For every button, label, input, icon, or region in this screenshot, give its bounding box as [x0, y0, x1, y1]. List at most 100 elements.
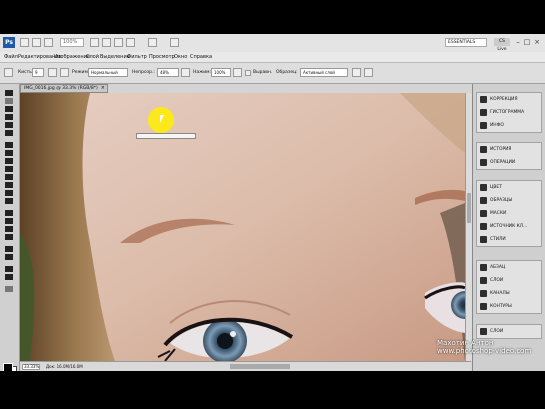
- adjustments-icon: [480, 96, 487, 103]
- panel-actions[interactable]: ОПЕРАЦИИ: [477, 156, 541, 169]
- document-canvas[interactable]: [20, 93, 465, 361]
- panel-histogram[interactable]: ГИСТОГРАММА: [477, 106, 541, 119]
- ignore-adjustment-layers-icon[interactable]: [352, 68, 361, 77]
- workspace-switcher[interactable]: ESSENTIALS: [445, 38, 487, 47]
- pressure-opacity-icon[interactable]: [181, 68, 190, 77]
- brush-panel-icon[interactable]: [48, 68, 57, 77]
- extras-icon[interactable]: [44, 38, 53, 47]
- history-brush-tool-icon[interactable]: [5, 166, 13, 172]
- pen-tool-icon[interactable]: [5, 210, 13, 216]
- close-icon[interactable]: ×: [533, 38, 541, 46]
- menu-help[interactable]: Справка: [190, 54, 212, 60]
- brush-size-picker[interactable]: 9: [32, 68, 44, 77]
- panel-channels[interactable]: КАНАЛЫ: [477, 287, 541, 300]
- menu-file[interactable]: Файл: [4, 54, 18, 60]
- panel-dock: КОРРЕКЦИЯ ГИСТОГРАММА ИНФО ИСТОРИЯ ОПЕРА…: [472, 84, 545, 371]
- character-icon: [480, 264, 487, 271]
- lasso-tool-icon[interactable]: [5, 106, 13, 112]
- gradient-tool-icon[interactable]: [5, 182, 13, 188]
- zoom-tool-icon[interactable]: [102, 38, 111, 47]
- panel-character[interactable]: АБЗАЦ: [477, 261, 541, 274]
- panel-swatches[interactable]: ОБРАЗЦЫ: [477, 194, 541, 207]
- paths-icon: [480, 303, 487, 310]
- screen-mode-icon[interactable]: [148, 38, 157, 47]
- panel-group-layer-comps: СЛОИ: [476, 324, 542, 339]
- eyedropper-tool-icon[interactable]: [5, 130, 13, 136]
- bridge-icon[interactable]: [20, 38, 29, 47]
- healing-brush-tool-icon[interactable]: [5, 142, 13, 148]
- airbrush-icon[interactable]: [233, 68, 242, 77]
- clone-stamp-preset-icon[interactable]: [4, 68, 13, 77]
- menu-layer[interactable]: Слой: [86, 54, 99, 60]
- zoom-level-select[interactable]: 100%: [60, 38, 84, 47]
- move-tool-icon[interactable]: [5, 90, 13, 96]
- zoom-tool-icon[interactable]: [5, 274, 13, 280]
- panel-info[interactable]: ИНФО: [477, 119, 541, 132]
- mini-bridge-icon[interactable]: [32, 38, 41, 47]
- document-tab[interactable]: IMG_0016.jpg @ 33.3% (RGB/8*) ×: [20, 84, 108, 93]
- flow-field[interactable]: 100%: [211, 68, 231, 77]
- type-tool-icon[interactable]: [5, 218, 13, 224]
- document-tab-title: IMG_0016.jpg @ 33.3% (RGB/8*): [24, 86, 98, 91]
- vertical-scrollbar[interactable]: [465, 93, 472, 361]
- vertical-scroll-thumb[interactable]: [467, 193, 471, 223]
- arrange-documents-icon[interactable]: [126, 38, 135, 47]
- panel-label: СЛОИ: [490, 329, 504, 334]
- hand-tool-icon[interactable]: [90, 38, 99, 47]
- aligned-checkbox[interactable]: [245, 70, 251, 76]
- panel-layers[interactable]: СЛОИ: [477, 274, 541, 287]
- panel-paths[interactable]: КОНТУРЫ: [477, 300, 541, 313]
- 3d-orbit-tool-icon[interactable]: [5, 254, 13, 260]
- photoshop-window: Ps 100% ESSENTIALS CS Live – □ × Файл Ре…: [0, 34, 545, 371]
- panel-clone-source[interactable]: ИСТОЧНИК КЛ...: [477, 220, 541, 233]
- brush-tool-icon[interactable]: [5, 150, 13, 156]
- panel-color[interactable]: ЦВЕТ: [477, 181, 541, 194]
- blend-mode-select[interactable]: Нормальный: [88, 68, 128, 77]
- clone-source-panel-icon[interactable]: [60, 68, 69, 77]
- panel-history[interactable]: ИСТОРИЯ: [477, 143, 541, 156]
- status-zoom-field[interactable]: 33.33%: [22, 364, 40, 370]
- menu-bar: Файл Редактирование Изображение Слой Выд…: [0, 52, 545, 63]
- info-icon: [480, 122, 487, 129]
- foreground-color-swatch[interactable]: [3, 363, 13, 371]
- hand-tool-icon[interactable]: [5, 266, 13, 272]
- horizontal-scroll-thumb[interactable]: [230, 364, 290, 369]
- pressure-size-icon[interactable]: [364, 68, 373, 77]
- close-document-icon[interactable]: ×: [101, 85, 105, 92]
- shape-tool-icon[interactable]: [5, 234, 13, 240]
- watermark-author: Махотин Антон: [437, 339, 494, 347]
- panel-label: КАНАЛЫ: [490, 291, 510, 296]
- cs-live-button[interactable]: CS Live: [494, 38, 510, 52]
- layout-icon[interactable]: [170, 38, 179, 47]
- menu-window[interactable]: Окно: [174, 54, 187, 60]
- panel-layer-comps[interactable]: СЛОИ: [477, 325, 541, 338]
- panel-styles[interactable]: СТИЛИ: [477, 233, 541, 246]
- 3d-rotate-tool-icon[interactable]: [5, 246, 13, 252]
- panel-label: АБЗАЦ: [490, 265, 506, 270]
- path-selection-tool-icon[interactable]: [5, 226, 13, 232]
- panel-masks[interactable]: МАСКИ: [477, 207, 541, 220]
- opacity-slider-popup[interactable]: [136, 133, 196, 139]
- sample-select[interactable]: Активный слой: [300, 68, 348, 77]
- blur-tool-icon[interactable]: [5, 190, 13, 196]
- panel-adjustments[interactable]: КОРРЕКЦИЯ: [477, 93, 541, 106]
- minimize-icon[interactable]: –: [514, 38, 522, 46]
- crop-tool-icon[interactable]: [5, 122, 13, 128]
- panel-label: ЦВЕТ: [490, 185, 502, 190]
- eraser-tool-icon[interactable]: [5, 174, 13, 180]
- clone-stamp-tool-icon[interactable]: [5, 158, 13, 164]
- rotate-view-icon[interactable]: [114, 38, 123, 47]
- menu-view[interactable]: Просмотр: [149, 54, 175, 60]
- maximize-icon[interactable]: □: [523, 38, 531, 46]
- opacity-field[interactable]: 48%: [157, 68, 179, 77]
- document-size-info[interactable]: Док: 16.0M/16.0M: [46, 364, 83, 369]
- menu-select[interactable]: Выделение: [100, 54, 130, 60]
- quick-select-tool-icon[interactable]: [5, 114, 13, 120]
- menu-image[interactable]: Изображение: [54, 54, 90, 60]
- marquee-tool-icon[interactable]: [5, 98, 13, 104]
- dodge-tool-icon[interactable]: [5, 198, 13, 204]
- panel-group-history: ИСТОРИЯ ОПЕРАЦИИ: [476, 142, 542, 170]
- menu-filter[interactable]: Фильтр: [127, 54, 147, 60]
- panel-group-layers: АБЗАЦ СЛОИ КАНАЛЫ КОНТУРЫ: [476, 260, 542, 314]
- quick-mask-icon[interactable]: [5, 286, 13, 292]
